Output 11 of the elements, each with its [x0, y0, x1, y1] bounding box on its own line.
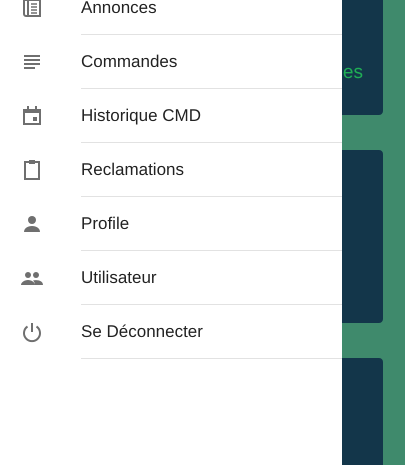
menu-item[interactable]: Se Déconnecter — [81, 322, 203, 342]
calendar-icon — [20, 104, 44, 128]
menu-item[interactable]: Annonces — [81, 0, 157, 18]
menu-item[interactable]: Historique CMD — [81, 106, 201, 126]
menu-item[interactable]: Commandes — [81, 52, 178, 72]
card-title: es — [342, 62, 363, 84]
menu-item[interactable]: Utilisateur — [81, 268, 157, 288]
newspaper-icon — [20, 0, 44, 20]
menu-item[interactable]: Profile — [81, 214, 130, 234]
power-icon — [20, 320, 44, 344]
menu-item[interactable]: Reclamations — [81, 160, 184, 180]
